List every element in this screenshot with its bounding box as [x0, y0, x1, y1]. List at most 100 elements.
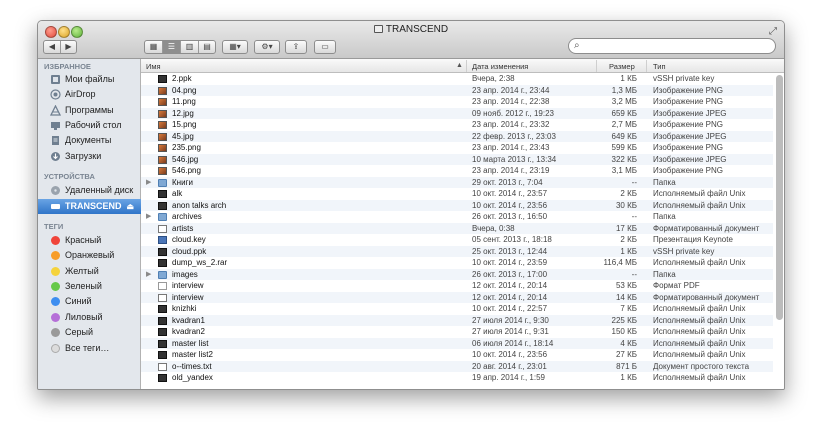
file-size: 2 КБ — [620, 189, 637, 198]
file-name: kvadran1 — [172, 315, 205, 325]
back-button[interactable]: ◀ — [44, 41, 61, 53]
file-kind: vSSH private key — [653, 74, 715, 83]
column-header-size[interactable]: Размер — [609, 62, 635, 71]
file-row[interactable]: knizhki 10 окт. 2014 г., 22:57 7 КБ Исполня… — [141, 303, 773, 315]
share-button[interactable]: ⇪ — [285, 40, 307, 54]
file-row[interactable]: artists Вчера, 0:38 17 КБ Форматированный д… — [141, 222, 773, 234]
vertical-scrollbar[interactable] — [776, 75, 783, 387]
file-size: 871 Б — [616, 361, 637, 371]
tags-button[interactable]: ▭ — [314, 40, 336, 54]
file-row[interactable]: kvadran2 27 июля 2014 г., 9:31 150 КБ Испол… — [141, 326, 773, 338]
search-icon: ⌕ — [574, 40, 580, 51]
forward-button[interactable]: ▶ — [61, 41, 76, 53]
file-size: 659 КБ — [611, 108, 637, 118]
arrange-button[interactable]: ▦▾ — [222, 40, 248, 54]
file-date: 10 марта 2013 г., 13:34 — [472, 154, 557, 164]
file-kind: Форматированный документ — [653, 292, 760, 302]
file-row[interactable]: 04.png 23 апр. 2014 г., 23:44 1,3 МБ Изобра… — [141, 84, 773, 96]
column-header-kind[interactable]: Тип — [653, 62, 666, 71]
file-row[interactable]: ▶ images 26 окт. 2013 г., 17:00 -- Папка — [141, 268, 773, 281]
column-divider[interactable] — [466, 60, 467, 72]
file-row[interactable]: old_yandex 19 апр. 2014 г., 1:59 1 КБ Испол… — [141, 372, 773, 384]
column-header-date[interactable]: Дата изменения — [472, 62, 528, 71]
file-date: 05 сент. 2013 г., 18:18 — [472, 235, 552, 244]
file-row[interactable]: anon talks arch 10 окт. 2014 г., 23:56 30 … — [141, 199, 773, 211]
finder-window: TRANSCEND ⤢ ◀ ▶ ▦ ☰ ▥ ▤ ▦▾ ⚙▾ ⇪ ▭ ⌕ ИЗБРАННО… — [37, 20, 785, 390]
tag-icon: ▭ — [321, 42, 329, 51]
file-row[interactable]: 45.jpg 22 февр. 2013 г., 23:03 649 КБ Изобр… — [141, 130, 773, 142]
coverflow-view-button[interactable]: ▤ — [199, 41, 215, 53]
file-name: cloud.key — [172, 235, 206, 244]
share-icon: ⇪ — [292, 42, 300, 51]
file-row[interactable]: alk 10 окт. 2014 г., 23:57 2 КБ Исполняемый… — [141, 188, 773, 200]
file-row[interactable]: kvadran1 27 июля 2014 г., 9:30 225 КБ Испол… — [141, 314, 773, 326]
sidebar-item-documents[interactable]: Документы — [38, 133, 141, 148]
file-row[interactable]: dump_ws_2.rar 10 окт. 2014 г., 23:59 116,4… — [141, 257, 773, 269]
file-name: 15.png — [172, 120, 197, 129]
file-row[interactable]: 12.jpg 09 нояб. 2012 г., 19:23 659 КБ Изобр… — [141, 107, 773, 119]
column-view-button[interactable]: ▥ — [181, 41, 199, 53]
file-kind: Исполняемый файл Unix — [653, 338, 746, 348]
file-row[interactable]: 11.png 23 апр. 2014 г., 22:38 3,2 МБ Изобра… — [141, 96, 773, 108]
file-row[interactable]: interview 12 окт. 2014 г., 20:14 14 КБ Форм… — [141, 291, 773, 303]
sidebar-item-desktop[interactable]: Рабочий стол — [38, 118, 141, 133]
disclosure-triangle-icon[interactable]: ▶ — [146, 177, 151, 189]
sidebar-tag-blue[interactable]: Синий — [38, 294, 141, 309]
file-name: images — [172, 269, 198, 279]
file-kind: Форматированный документ — [653, 223, 760, 233]
file-kind: Изображение JPEG — [653, 108, 727, 118]
sidebar-item-transcend[interactable]: TRANSCEND ⏏ — [38, 199, 141, 214]
sidebar-item-airdrop[interactable]: AirDrop — [38, 87, 141, 102]
file-row[interactable]: interview 12 окт. 2014 г., 20:14 53 КБ Форм… — [141, 280, 773, 292]
tag-dot-icon — [51, 297, 60, 306]
list-view-button[interactable]: ☰ — [163, 41, 181, 53]
file-row[interactable]: ▶ Книги 29 окт. 2013 г., 7:04 -- Папка — [141, 176, 773, 189]
file-row[interactable]: 15.png 23 апр. 2014 г., 23:32 2,7 МБ Изобра… — [141, 119, 773, 131]
disclosure-triangle-icon[interactable]: ▶ — [146, 269, 151, 281]
sidebar-tag-orange[interactable]: Оранжевый — [38, 248, 141, 263]
file-row[interactable]: master list 06 июля 2014 г., 18:14 4 КБ Исп… — [141, 337, 773, 349]
eject-icon[interactable]: ⏏ — [126, 199, 134, 214]
file-name: 12.jpg — [172, 108, 194, 118]
column-header-name[interactable]: Имя — [146, 62, 161, 71]
file-date: 10 окт. 2014 г., 23:59 — [472, 258, 548, 267]
sidebar-tag-yellow[interactable]: Желтый — [38, 264, 141, 279]
icon-view-button[interactable]: ▦ — [145, 41, 163, 53]
search-input[interactable] — [587, 40, 767, 52]
file-icon — [158, 293, 167, 302]
file-row[interactable]: o--times.txt 20 авг. 2014 г., 23:01 871 Б Д… — [141, 360, 773, 372]
search-field[interactable]: ⌕ — [568, 38, 776, 54]
file-row[interactable]: master list2 10 окт. 2014 г., 23:56 27 КБ И… — [141, 349, 773, 361]
file-date: 20 авг. 2014 г., 23:01 — [472, 361, 547, 371]
sidebar-item-downloads[interactable]: Загрузки — [38, 149, 141, 164]
sidebar-item-applications[interactable]: Программы — [38, 103, 141, 118]
file-icon — [158, 339, 167, 348]
sidebar-tag-red[interactable]: Красный — [38, 233, 141, 248]
file-row[interactable]: cloud.key 05 сент. 2013 г., 18:18 2 КБ През… — [141, 234, 773, 246]
sidebar-tag-all[interactable]: Все теги… — [38, 341, 141, 356]
file-row[interactable]: cloud.ppk 25 окт. 2013 г., 12:44 1 КБ vSSH … — [141, 245, 773, 257]
sidebar-item-remote-disc[interactable]: Удаленный диск — [38, 183, 141, 198]
sidebar-item-all-files[interactable]: Мои файлы — [38, 72, 141, 87]
file-date: Вчера, 2:38 — [472, 74, 515, 83]
file-row[interactable]: 546.png 23 апр. 2014 г., 23:19 3,1 МБ Изобр… — [141, 165, 773, 177]
column-header-bar: Имя ▲ Дата изменения Размер Тип — [141, 59, 784, 73]
disclosure-triangle-icon[interactable]: ▶ — [146, 211, 151, 223]
column-divider[interactable] — [646, 60, 647, 72]
column-divider[interactable] — [596, 60, 597, 72]
file-row[interactable]: 546.jpg 10 марта 2013 г., 13:34 322 КБ Изоб… — [141, 153, 773, 165]
fullscreen-icon[interactable]: ⤢ — [769, 26, 777, 37]
file-name: 235.png — [172, 143, 201, 152]
action-button[interactable]: ⚙▾ — [254, 40, 280, 54]
file-icon — [158, 282, 167, 290]
sidebar-tag-gray[interactable]: Серый — [38, 325, 141, 340]
scrollbar-thumb[interactable] — [776, 75, 783, 320]
file-size: 2,7 МБ — [611, 120, 637, 129]
sidebar-tag-green[interactable]: Зеленый — [38, 279, 141, 294]
sidebar-tag-purple[interactable]: Лиловый — [38, 310, 141, 325]
file-icon — [158, 236, 167, 244]
file-row[interactable]: ▶ archives 26 окт. 2013 г., 16:50 -- Папка — [141, 211, 773, 223]
file-kind: Исполняемый файл Unix — [653, 304, 746, 313]
file-row[interactable]: 235.png 23 апр. 2014 г., 23:43 599 КБ Изобр… — [141, 142, 773, 154]
file-row[interactable]: 2.ppk Вчера, 2:38 1 КБ vSSH private key — [141, 73, 773, 85]
